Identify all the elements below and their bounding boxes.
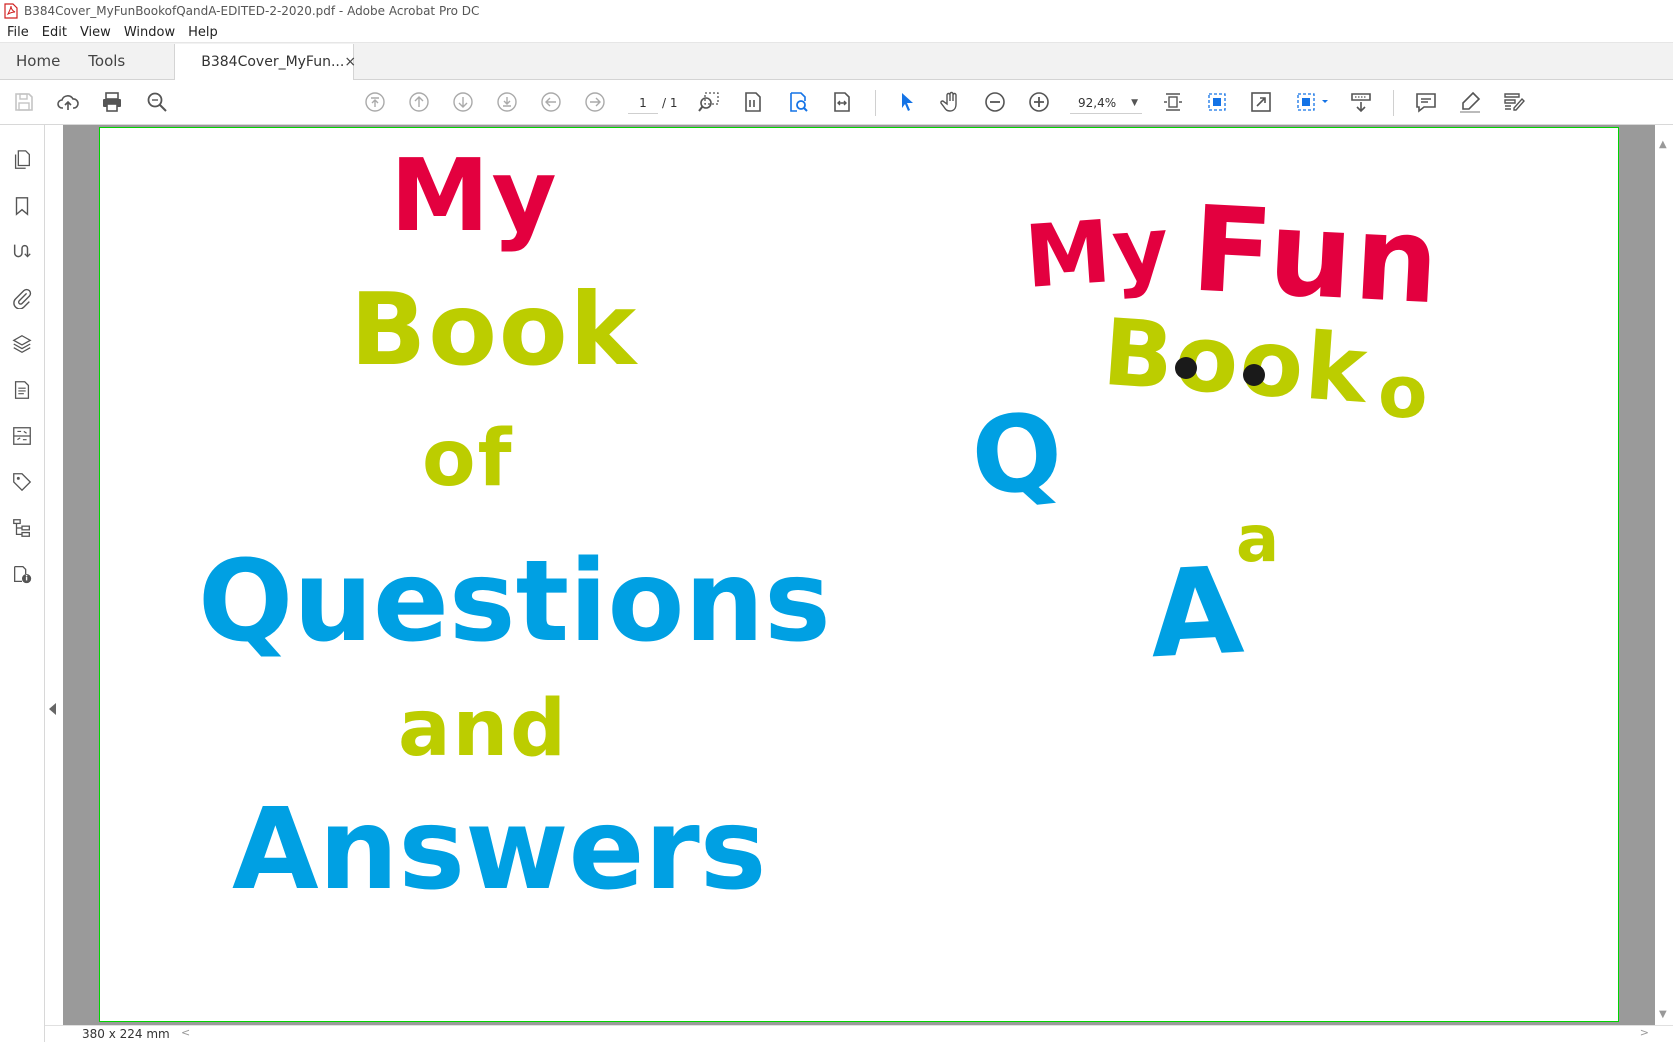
left-eye-dot — [1175, 357, 1197, 379]
fill-sign-icon[interactable] — [1500, 88, 1528, 116]
zoom-level-select[interactable]: 92,4% ▼ — [1070, 92, 1142, 114]
content-icon[interactable] — [9, 515, 35, 541]
fit-page-icon[interactable] — [1159, 88, 1187, 116]
save-icon[interactable] — [10, 88, 38, 116]
scroll-left-icon[interactable]: < — [181, 1026, 190, 1039]
page-size-label: 380 x 224 mm — [82, 1027, 170, 1041]
layers-icon[interactable] — [9, 331, 35, 357]
chevron-down-icon: ▼ — [1131, 98, 1138, 108]
collapse-pane-icon[interactable] — [49, 703, 57, 715]
title-word-questions: Questions — [198, 537, 831, 667]
page-layout-chevron-icon[interactable] — [1318, 88, 1332, 116]
logo-letter-q: Q — [965, 388, 1071, 521]
rotate-icon[interactable] — [1203, 88, 1231, 116]
title-word-answers: Answers — [232, 785, 767, 915]
status-bar: 380 x 224 mm < > — [45, 1025, 1673, 1042]
search-icon[interactable] — [143, 88, 171, 116]
logo-word-my: My — [1021, 198, 1174, 308]
menu-view[interactable]: View — [75, 25, 119, 40]
tab-bar: Home Tools B384Cover_MyFun... × — [0, 43, 1673, 80]
page-total-label: / 1 — [662, 96, 678, 110]
page-view-icon[interactable] — [739, 88, 767, 116]
menu-bar: File Edit View Window Help — [0, 22, 1673, 43]
page-layout-icon[interactable] — [1293, 88, 1321, 116]
window-title: B384Cover_MyFunBookofQandA-EDITED-2-2020… — [24, 4, 480, 18]
close-tab-icon[interactable]: × — [344, 54, 356, 70]
forward-icon[interactable] — [581, 88, 609, 116]
logo-letter-a-small: a — [1236, 503, 1282, 577]
page-number-input[interactable]: 1 — [628, 92, 658, 114]
menu-window[interactable]: Window — [119, 25, 183, 40]
zoom-level-value: 92,4% — [1078, 96, 1117, 110]
main-toolbar: 1 / 1 92,4% ▼ — [0, 80, 1673, 125]
tags-icon[interactable] — [9, 469, 35, 495]
highlight-icon[interactable] — [1456, 88, 1484, 116]
title-word-of: of — [422, 414, 514, 504]
full-screen-icon[interactable] — [1247, 88, 1275, 116]
logo-word-o: o — [1378, 350, 1430, 434]
logo-word-book: Book — [1099, 298, 1373, 425]
accessibility-icon[interactable] — [9, 561, 35, 587]
menu-file[interactable]: File — [2, 25, 37, 40]
signature-icon[interactable] — [9, 239, 35, 265]
scroll-down-icon[interactable]: ▼ — [1659, 1009, 1667, 1020]
title-word-and: and — [398, 684, 568, 774]
tab-home[interactable]: Home — [0, 43, 76, 79]
toolbar-separator — [1393, 90, 1394, 116]
comment-icon[interactable] — [1412, 88, 1440, 116]
tab-tools[interactable]: Tools — [76, 43, 141, 79]
back-icon[interactable] — [537, 88, 565, 116]
title-word-book: Book — [350, 271, 639, 388]
first-page-icon[interactable] — [361, 88, 389, 116]
pages-icon[interactable] — [9, 147, 35, 173]
zoom-out-icon[interactable] — [981, 88, 1009, 116]
menu-help[interactable]: Help — [183, 25, 226, 40]
menu-edit[interactable]: Edit — [37, 25, 75, 40]
scroll-up-icon[interactable]: ▲ — [1659, 139, 1667, 150]
zoom-in-icon[interactable] — [1025, 88, 1053, 116]
vertical-scrollbar[interactable]: ▲ ▼ — [1655, 125, 1673, 1025]
read-mode-icon[interactable] — [1347, 88, 1375, 116]
pdf-file-icon — [4, 3, 18, 19]
select-tool-icon[interactable] — [893, 88, 921, 116]
upload-icon[interactable] — [54, 88, 82, 116]
document-icon[interactable] — [9, 377, 35, 403]
right-eye-dot — [1243, 364, 1265, 386]
scroll-right-icon[interactable]: > — [1640, 1026, 1649, 1039]
pdf-page: My Book of Questions and Answers My Fun … — [99, 127, 1619, 1022]
print-icon[interactable] — [98, 88, 126, 116]
last-page-icon[interactable] — [493, 88, 521, 116]
next-page-icon[interactable] — [449, 88, 477, 116]
find-text-icon[interactable] — [784, 88, 812, 116]
toolbar-separator — [875, 90, 876, 116]
bookmark-icon[interactable] — [9, 193, 35, 219]
logo-word-fun: Fun — [1188, 179, 1445, 331]
tab-document-label: B384Cover_MyFun... — [201, 54, 345, 70]
attachment-icon[interactable] — [9, 285, 35, 311]
title-word-my: My — [390, 137, 559, 254]
document-viewer[interactable]: My Book of Questions and Answers My Fun … — [63, 125, 1655, 1025]
marquee-zoom-icon[interactable] — [695, 88, 723, 116]
order-icon[interactable] — [9, 423, 35, 449]
hand-tool-icon[interactable] — [937, 88, 965, 116]
title-bar: B384Cover_MyFunBookofQandA-EDITED-2-2020… — [0, 0, 1673, 22]
fit-width-icon[interactable] — [828, 88, 856, 116]
logo-letter-a-big: A — [1146, 541, 1249, 686]
left-navigation-pane — [0, 125, 56, 1042]
previous-page-icon[interactable] — [405, 88, 433, 116]
tab-document[interactable]: B384Cover_MyFun... × — [174, 44, 356, 80]
